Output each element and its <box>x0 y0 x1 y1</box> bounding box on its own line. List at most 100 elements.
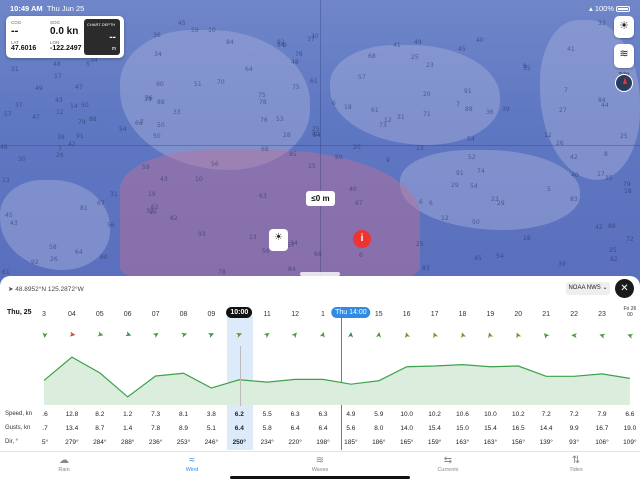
sun-icon: ☀ <box>619 20 629 32</box>
depth-sounding: 91 <box>464 88 472 95</box>
depth-sounding: 57 <box>4 111 12 118</box>
hour-label[interactable]: 21 <box>542 311 550 318</box>
speed-cell: 4.9 <box>346 411 356 418</box>
location-coordinates: ➤ 48.8952°N 125.2872°W <box>8 286 84 293</box>
status-date: Thu Jun 25 <box>46 4 85 13</box>
weather-pin-button[interactable]: ☀ <box>269 229 288 251</box>
depth-sounding: 82 <box>170 215 178 222</box>
depth-sounding: 58 <box>49 244 57 251</box>
depth-sounding: 67 <box>355 200 363 207</box>
depth-sounding: 14 <box>70 103 78 110</box>
depth-sounding: 88 <box>157 99 165 106</box>
depth-sounding: 25 <box>416 241 424 248</box>
hour-label[interactable]: 05 <box>96 311 104 318</box>
tab-rain[interactable]: ☁ Rain <box>58 455 69 473</box>
close-icon[interactable]: ✕ <box>615 279 634 298</box>
depth-sounding: 90 <box>156 81 164 88</box>
dir-cell: 185° <box>344 439 358 446</box>
depth-sounding: 47 <box>75 84 83 91</box>
depth-sounding: 12 <box>544 132 552 139</box>
depth-sounding: 7 <box>58 146 62 153</box>
nautical-chart-map[interactable]: 15 50 58 75 49 19 20 92 91 54 20 25 18 36 26 26 73 25 9 63 4… <box>0 0 640 285</box>
depth-sounding: 68 <box>261 146 269 153</box>
depth-sounding: 64 <box>75 249 83 256</box>
depth-sounding: 40 <box>349 186 357 193</box>
depth-sounding: 70 <box>217 79 225 86</box>
chart-depth-title: CHART DEPTH <box>87 22 116 27</box>
hour-label[interactable]: 06 <box>124 311 132 318</box>
depth-sounding: 12 <box>56 109 64 116</box>
tides-button[interactable]: ≋ Tides <box>614 44 634 76</box>
hour-label[interactable]: 19 <box>486 311 494 318</box>
hour-label[interactable]: 04 <box>68 311 76 318</box>
day-label: Thu, 25 <box>7 309 32 316</box>
hour-label[interactable]: 3 <box>42 311 46 318</box>
hour-label[interactable]: 07 <box>152 311 160 318</box>
depth-sounding: 19 <box>148 191 156 198</box>
tab-waves[interactable]: ≋ Waves <box>312 455 329 473</box>
depth-sounding: 78 <box>259 99 267 106</box>
depth-sounding: 13 <box>2 177 10 184</box>
tab-label: Tides <box>569 467 583 473</box>
speed-cell: 8.2 <box>95 411 105 418</box>
gusts-cell: 8.7 <box>95 425 105 432</box>
tab-wind[interactable]: ≈ Wind <box>186 455 199 473</box>
gusts-cell: 5.1 <box>206 425 216 432</box>
hour-label[interactable]: 10:00 <box>226 307 253 318</box>
gusts-cell: 15.4 <box>484 425 497 432</box>
hour-label[interactable]: 08 <box>180 311 188 318</box>
depth-sounding: 20 <box>353 144 361 151</box>
gusts-cell: .7 <box>42 425 48 432</box>
gusts-cell: 15.4 <box>428 425 441 432</box>
hour-label[interactable]: 09 <box>207 311 215 318</box>
hour-label[interactable]: 12 <box>291 311 299 318</box>
tab-label: Waves <box>311 467 329 473</box>
depth-sounding: 93 <box>198 231 206 238</box>
dir-cell: 163° <box>483 439 498 446</box>
gusts-cell: 8.9 <box>178 425 189 432</box>
weather-layer-button[interactable]: ☀ <box>614 16 634 38</box>
depth-sounding: 79 <box>623 181 631 188</box>
depth-marker[interactable]: ≤0 m <box>306 191 335 206</box>
depth-sounding: 68 <box>368 53 376 60</box>
tab-label: Rain <box>58 467 70 473</box>
gusts-cell: 19.0 <box>623 425 637 432</box>
gusts-cell: 13.4 <box>65 425 79 432</box>
hour-label[interactable]: 1 <box>321 311 325 318</box>
gusts-cell: 6.4 <box>318 425 328 432</box>
depth-sounding: 50 <box>153 133 161 140</box>
hour-label[interactable]: 17 <box>431 311 439 318</box>
tides-icon: ⇅ <box>571 455 581 466</box>
depth-sounding: 42 <box>595 224 603 231</box>
depth-sounding: 76 <box>295 51 303 58</box>
hour-label[interactable]: Fri 26 00 <box>624 306 637 318</box>
tab-currents[interactable]: ⇆ Currents <box>437 455 458 473</box>
hour-label[interactable]: 20 <box>514 311 522 318</box>
depth-sounding: 51 <box>194 81 202 88</box>
source-selector[interactable]: NOAA NWS ⌄ <box>566 282 610 295</box>
depth-sounding: 39 <box>57 134 65 141</box>
navigation-card[interactable]: COG -- SOG 0.0 kn LAT 47.6016 LON -122.2… <box>6 16 124 58</box>
compass-icon[interactable] <box>615 74 633 92</box>
dir-cell: 236° <box>148 439 163 446</box>
gusts-cell: 8.0 <box>374 425 384 432</box>
hour-label[interactable]: Thu 14:00 <box>331 307 371 318</box>
hour-label[interactable]: 16 <box>403 311 411 318</box>
hour-label[interactable]: 15 <box>375 311 383 318</box>
hour-label[interactable]: 11 <box>264 311 271 318</box>
depth-sounding: 66 <box>314 251 322 258</box>
cloud-rain-icon: ☁ <box>59 455 69 466</box>
depth-sounding: 45 <box>178 20 186 27</box>
tab-tides[interactable]: ⇅ Tides <box>569 455 582 473</box>
depth-sounding: 54 <box>470 183 478 190</box>
depth-sounding: 43 <box>160 176 168 183</box>
info-pin-icon[interactable]: i <box>353 230 371 248</box>
depth-sounding: 29 <box>451 182 459 189</box>
hour-label[interactable]: 22 <box>570 311 578 318</box>
hour-label[interactable]: 23 <box>598 311 606 318</box>
status-bar: 10:49 AM Thu Jun 25 ▴ 100% <box>0 0 640 16</box>
depth-sounding: 40 <box>571 172 579 179</box>
depth-sounding: 64 <box>245 66 253 73</box>
gusts-cell: 7.8 <box>151 425 161 432</box>
hour-label[interactable]: 18 <box>459 311 467 318</box>
